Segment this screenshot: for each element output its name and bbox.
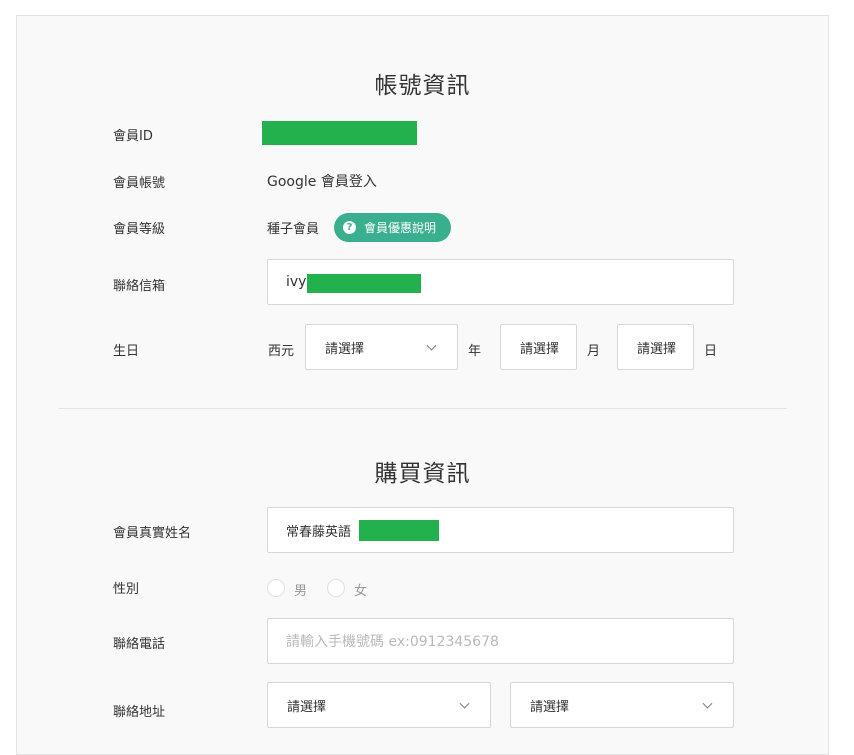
district-select[interactable]: 請選擇 <box>510 682 734 728</box>
real-name-field[interactable]: 常春藤英語 <box>267 507 734 553</box>
birth-month-select-value: 請選擇 <box>520 341 560 357</box>
member-form-panel: 帳號資訊 會員ID 會員帳號 Google 會員登入 會員等級 種子會員 ? 會… <box>16 15 829 755</box>
birth-year-select-value: 請選擇 <box>325 341 365 357</box>
year-unit: 年 <box>468 344 482 359</box>
member-level-value: 種子會員 <box>267 222 320 237</box>
real-name-value: 常春藤英語 <box>286 524 352 540</box>
section-divider <box>59 408 787 409</box>
account-section-title: 帳號資訊 <box>374 73 471 99</box>
help-icon: ? <box>343 221 356 234</box>
email-label: 聯絡信箱 <box>113 279 166 294</box>
purchase-section-title: 購買資訊 <box>374 461 471 487</box>
birthday-label: 生日 <box>113 344 140 359</box>
email-redacted <box>307 274 421 293</box>
phone-placeholder: 請輸入手機號碼 ex:0912345678 <box>286 634 499 650</box>
day-unit: 日 <box>704 344 718 359</box>
member-account-value: Google 會員登入 <box>267 174 377 190</box>
gender-label: 性別 <box>113 582 140 597</box>
birth-year-select[interactable]: 請選擇 <box>305 324 458 370</box>
member-benefits-label: 會員優惠說明 <box>364 221 437 235</box>
member-account-label: 會員帳號 <box>113 176 166 191</box>
gender-male-radio[interactable] <box>267 579 285 597</box>
birth-day-select-value: 請選擇 <box>637 341 677 357</box>
month-unit: 月 <box>587 344 601 359</box>
real-name-label: 會員真實姓名 <box>113 526 192 541</box>
birth-month-select[interactable]: 請選擇 <box>500 324 577 370</box>
chevron-down-icon <box>702 698 713 709</box>
gender-female-radio[interactable] <box>327 579 345 597</box>
district-select-value: 請選擇 <box>530 699 570 715</box>
member-id-redacted <box>262 121 417 145</box>
gender-male-label: 男 <box>294 584 308 599</box>
member-benefits-button[interactable]: ? 會員優惠說明 <box>334 213 451 242</box>
city-select-value: 請選擇 <box>287 699 327 715</box>
era-label: 西元 <box>268 344 295 359</box>
member-level-label: 會員等級 <box>113 222 166 237</box>
gender-female-label: 女 <box>354 584 368 599</box>
real-name-redacted <box>359 520 439 541</box>
email-value: ivy <box>286 274 307 290</box>
chevron-down-icon <box>426 340 437 351</box>
chevron-down-icon <box>459 698 470 709</box>
phone-field[interactable]: 請輸入手機號碼 ex:0912345678 <box>267 618 734 664</box>
address-label: 聯絡地址 <box>113 705 166 720</box>
birth-day-select[interactable]: 請選擇 <box>617 324 694 370</box>
member-id-label: 會員ID <box>113 129 153 144</box>
phone-label: 聯絡電話 <box>113 637 166 652</box>
city-select[interactable]: 請選擇 <box>267 682 491 728</box>
